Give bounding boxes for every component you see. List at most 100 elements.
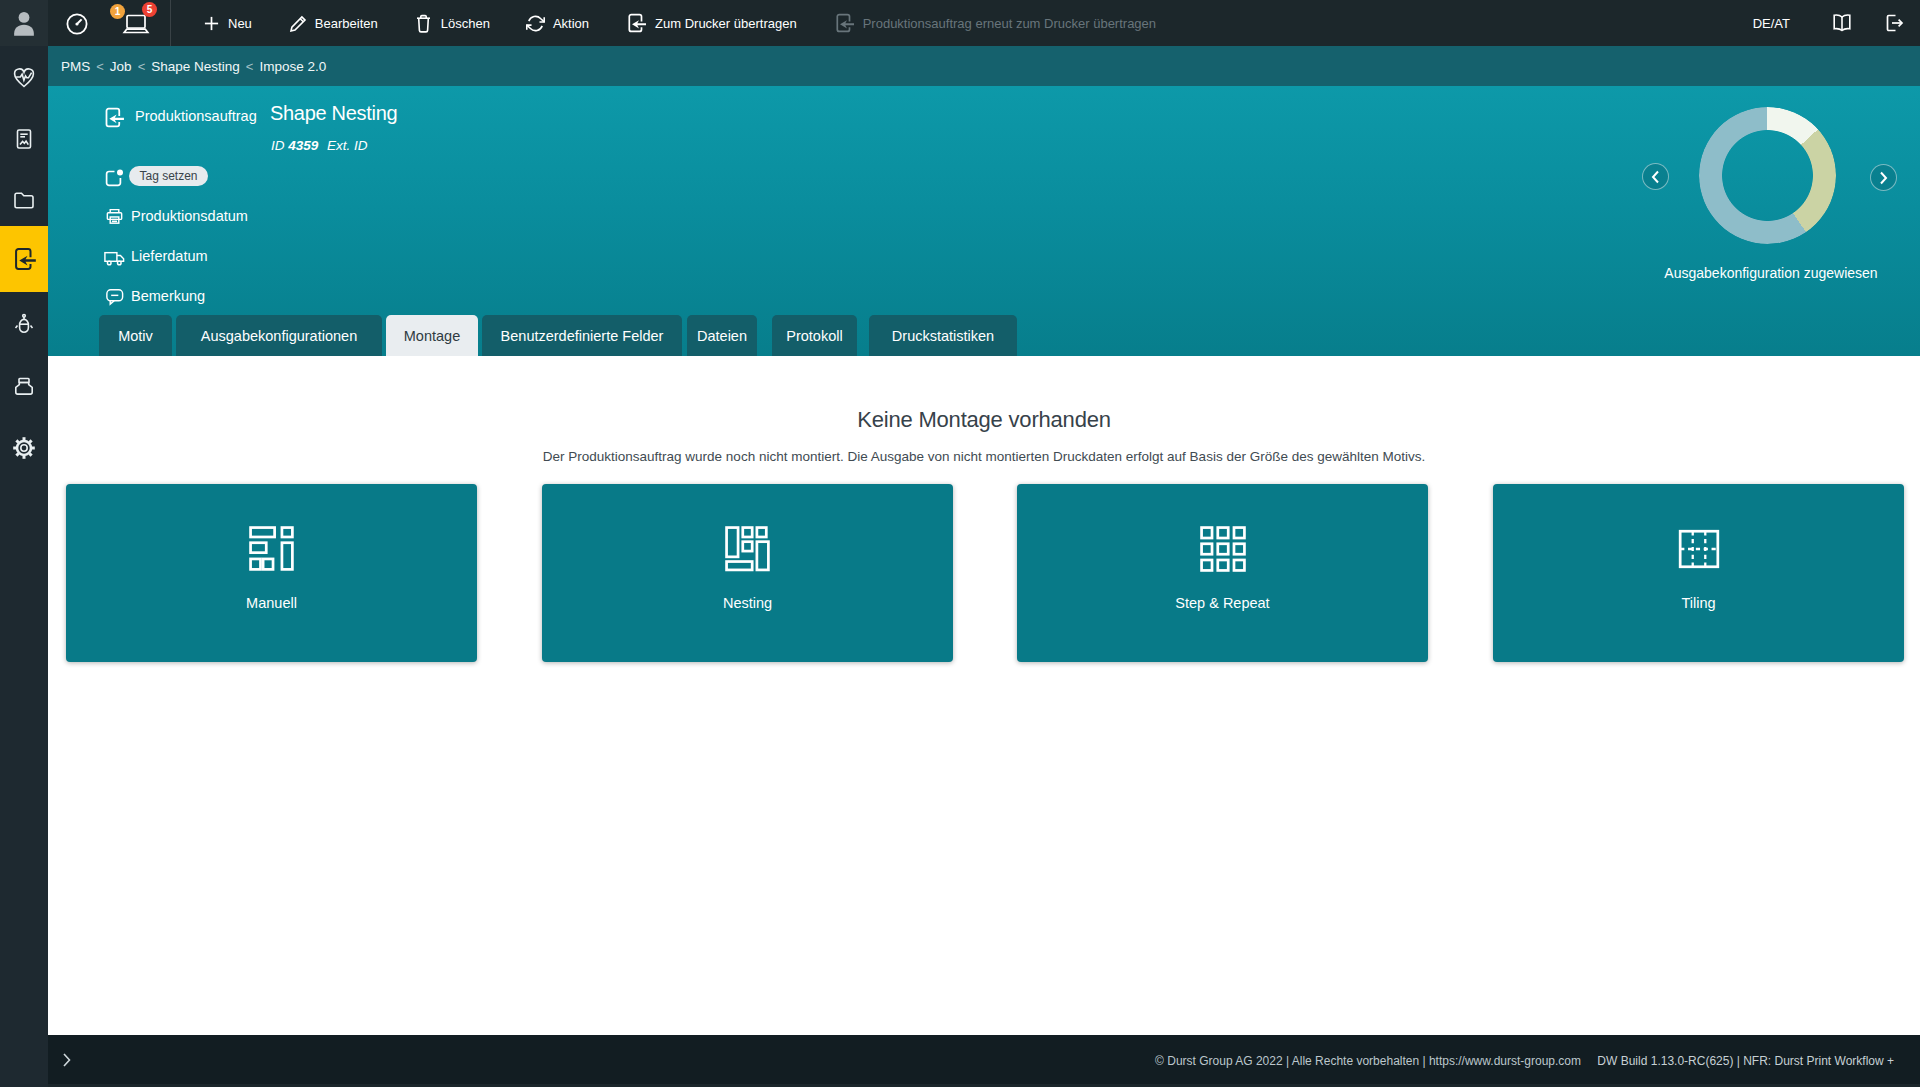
ink-pot-icon bbox=[11, 374, 37, 400]
warning-badge[interactable]: 1 bbox=[110, 4, 125, 19]
breadcrumb-separator: < bbox=[138, 59, 146, 74]
empty-state-title: Keine Montage vorhanden bbox=[48, 407, 1920, 433]
id-label: ID bbox=[271, 138, 285, 153]
send-to-printer-label: Zum Drucker übertragen bbox=[655, 16, 797, 31]
trash-icon bbox=[414, 13, 433, 33]
main-content: PMS < Job < Shape Nesting < Impose 2.0 P… bbox=[48, 46, 1920, 1087]
action-button[interactable]: Aktion bbox=[508, 0, 607, 46]
card-label: Step & Repeat bbox=[1017, 595, 1428, 611]
footer-build-info: DW Build 1.13.0-RC(625) | NFR: Durst Pri… bbox=[1597, 1054, 1894, 1068]
delete-button[interactable]: Löschen bbox=[396, 0, 508, 46]
sidebar-item-health[interactable] bbox=[0, 52, 48, 104]
sidebar-nav bbox=[0, 46, 48, 1087]
printer-icon bbox=[104, 206, 125, 227]
sidebar-item-production-orders[interactable] bbox=[0, 226, 48, 292]
tab-dateien[interactable]: Dateien bbox=[687, 315, 757, 356]
empty-state-description: Der Produktionsauftrag wurde noch nicht … bbox=[48, 449, 1920, 464]
locale-selector[interactable]: DE/AT bbox=[1753, 16, 1790, 31]
delivery-date-label: Lieferdatum bbox=[131, 248, 208, 264]
footer-bar: © Durst Group AG 2022 | Alle Rechte vorb… bbox=[48, 1035, 1920, 1087]
comment-icon bbox=[104, 286, 125, 307]
tab-benutzerdefinierte-felder[interactable]: Benutzerdefinierte Felder bbox=[482, 315, 682, 356]
montage-card-nesting[interactable]: Nesting bbox=[542, 484, 953, 662]
gear-icon bbox=[11, 435, 37, 461]
tab-motiv[interactable]: Motiv bbox=[99, 315, 172, 356]
set-tag-button[interactable]: Tag setzen bbox=[129, 166, 208, 186]
send-to-printer-icon bbox=[625, 12, 647, 34]
breadcrumb: PMS < Job < Shape Nesting < Impose 2.0 bbox=[48, 46, 1920, 86]
user-avatar[interactable] bbox=[0, 0, 48, 46]
manual-layout-icon bbox=[249, 526, 295, 572]
plus-icon bbox=[203, 15, 220, 32]
sidebar-item-folders[interactable] bbox=[0, 174, 48, 226]
resend-to-printer-icon bbox=[833, 12, 855, 34]
pencil-icon bbox=[288, 14, 307, 33]
job-header: Produktionsauftrag Shape Nesting ID 4359… bbox=[48, 86, 1920, 356]
delete-button-label: Löschen bbox=[441, 16, 490, 31]
tab-protokoll[interactable]: Protokoll bbox=[772, 315, 857, 356]
avatar-icon bbox=[12, 9, 36, 37]
donut-caption: Ausgabekonfiguration zugewiesen bbox=[1601, 265, 1920, 281]
robot-icon bbox=[11, 312, 37, 338]
logout-button[interactable] bbox=[1882, 11, 1906, 35]
heart-pulse-icon bbox=[11, 65, 37, 91]
job-title: Shape Nesting bbox=[270, 102, 397, 125]
step-repeat-icon bbox=[1200, 526, 1246, 572]
remark-label: Bemerkung bbox=[131, 288, 205, 304]
sidebar-item-automation[interactable] bbox=[0, 299, 48, 351]
breadcrumb-pms[interactable]: PMS bbox=[61, 59, 90, 74]
chevron-left-icon bbox=[1651, 170, 1660, 184]
card-label: Tiling bbox=[1493, 595, 1904, 611]
book-icon bbox=[1830, 11, 1854, 35]
refresh-icon bbox=[526, 14, 545, 33]
montage-card-manuell[interactable]: Manuell bbox=[66, 484, 477, 662]
breadcrumb-shape-nesting[interactable]: Shape Nesting bbox=[151, 59, 240, 74]
action-button-label: Aktion bbox=[553, 16, 589, 31]
topbar-divider bbox=[170, 0, 171, 46]
production-order-icon bbox=[102, 106, 125, 129]
id-value: 4359 bbox=[288, 138, 318, 153]
resend-to-printer-button[interactable]: Produktionsauftrag erneut zum Drucker üb… bbox=[815, 0, 1174, 46]
tab-montage[interactable]: Montage bbox=[386, 315, 478, 356]
logout-icon bbox=[1882, 11, 1906, 35]
carousel-prev-button[interactable] bbox=[1642, 163, 1669, 190]
send-to-printer-button[interactable]: Zum Drucker übertragen bbox=[607, 0, 815, 46]
production-date-label: Produktionsdatum bbox=[131, 208, 248, 224]
tag-icon bbox=[103, 168, 124, 189]
top-bar: 1 5 Neu Bearbeiten Löschen bbox=[0, 0, 1920, 46]
tab-druckstatistiken[interactable]: Druckstatistiken bbox=[869, 315, 1017, 356]
new-button-label: Neu bbox=[228, 16, 252, 31]
breadcrumb-separator: < bbox=[96, 59, 104, 74]
tab-bar: Motiv Ausgabekonfigurationen Montage Ben… bbox=[99, 315, 1017, 356]
tab-ausgabekonfigurationen[interactable]: Ausgabekonfigurationen bbox=[176, 315, 382, 356]
chevron-right-icon bbox=[1879, 171, 1888, 185]
footer-copyright: © Durst Group AG 2022 | Alle Rechte vorb… bbox=[1155, 1054, 1581, 1068]
breadcrumb-job[interactable]: Job bbox=[110, 59, 132, 74]
sidebar-item-ink[interactable] bbox=[0, 361, 48, 413]
resend-to-printer-label: Produktionsauftrag erneut zum Drucker üb… bbox=[863, 16, 1156, 31]
new-button[interactable]: Neu bbox=[185, 0, 270, 46]
montage-card-step-repeat[interactable]: Step & Repeat bbox=[1017, 484, 1428, 662]
folder-icon bbox=[11, 187, 37, 213]
nesting-icon bbox=[725, 526, 771, 572]
edit-button[interactable]: Bearbeiten bbox=[270, 0, 396, 46]
sidebar-item-motifs[interactable] bbox=[0, 113, 48, 165]
dashboard-gauge-icon[interactable] bbox=[64, 11, 90, 37]
error-badge[interactable]: 5 bbox=[142, 2, 157, 17]
carousel-next-button[interactable] bbox=[1870, 164, 1897, 191]
breadcrumb-impose[interactable]: Impose 2.0 bbox=[259, 59, 326, 74]
tiling-icon bbox=[1676, 526, 1722, 572]
montage-card-tiling[interactable]: Tiling bbox=[1493, 484, 1904, 662]
breadcrumb-separator: < bbox=[246, 59, 254, 74]
sidebar-item-settings[interactable] bbox=[0, 422, 48, 474]
chevron-right-icon bbox=[62, 1052, 71, 1068]
ext-id-label: Ext. ID bbox=[327, 138, 368, 153]
footer-expand-button[interactable] bbox=[62, 1052, 71, 1068]
production-order-icon bbox=[11, 246, 37, 272]
card-label: Nesting bbox=[542, 595, 953, 611]
card-label: Manuell bbox=[66, 595, 477, 611]
edit-button-label: Bearbeiten bbox=[315, 16, 378, 31]
image-document-icon bbox=[11, 126, 37, 152]
output-config-donut bbox=[1699, 107, 1836, 244]
documentation-button[interactable] bbox=[1830, 11, 1854, 35]
